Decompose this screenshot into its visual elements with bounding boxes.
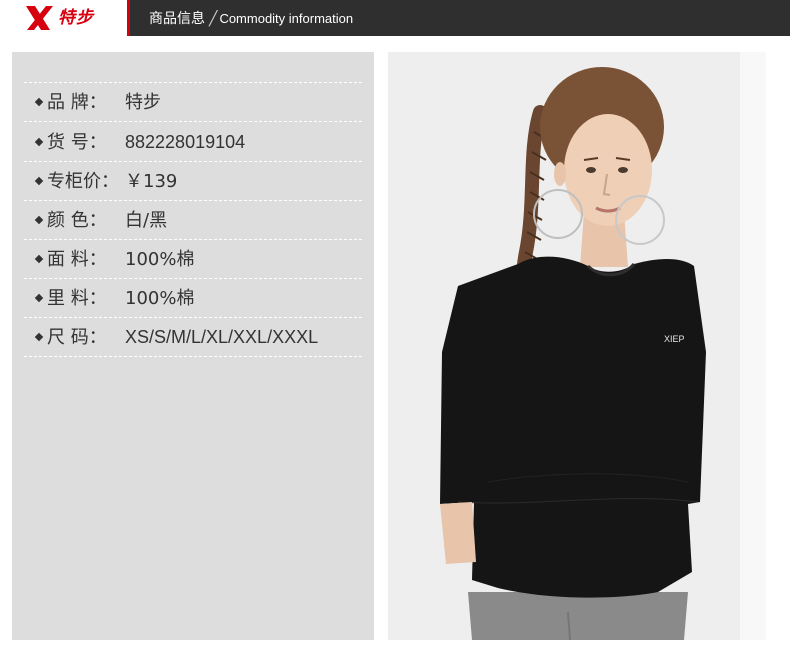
spec-value: 特步: [125, 92, 161, 113]
spec-row-item-number: 货 号： 882228019104: [24, 123, 362, 162]
spec-row-price: 专柜价： ￥139: [24, 162, 362, 201]
spec-panel: 品 牌： 特步 货 号： 882228019104 专柜价： ￥139 颜 色：…: [12, 52, 374, 640]
diamond-bullet-icon: [34, 332, 44, 342]
spec-value: 882228019104: [125, 132, 246, 152]
spec-row-color: 颜 色： 白/黑: [24, 201, 362, 240]
spec-label: 品 牌：: [47, 92, 107, 113]
diamond-bullet-icon: [34, 137, 44, 147]
section-title-cn: 商品信息: [149, 11, 205, 27]
spec-row-fabric: 面 料： 100%棉: [24, 240, 362, 279]
diamond-bullet-icon: [34, 254, 44, 264]
leggings-shape: [468, 592, 688, 640]
spec-value: 100%棉: [125, 249, 195, 270]
spec-row-lining: 里 料： 100%棉: [24, 279, 362, 318]
spec-label: 专柜价：: [47, 171, 119, 192]
section-title-en: Commodity information: [219, 11, 354, 26]
spec-value: 100%棉: [125, 288, 195, 309]
brand-logo[interactable]: 特步: [0, 0, 127, 36]
diamond-bullet-icon: [34, 97, 44, 107]
section-title: 商品信息 ╱ Commodity information: [149, 0, 353, 36]
page-header: 特步 商品信息 ╱ Commodity information: [0, 0, 790, 36]
spec-value: 白/黑: [125, 210, 168, 231]
spec-value: ￥139: [125, 171, 178, 192]
spec-row-size: 尺 码： XS/S/M/L/XL/XXL/XXXL: [24, 318, 362, 357]
diamond-bullet-icon: [34, 176, 44, 186]
diamond-bullet-icon: [34, 293, 44, 303]
black-tshirt-shape: [440, 256, 706, 598]
xtep-x-logo-icon: [26, 6, 53, 30]
spec-label: 颜 色：: [47, 210, 107, 231]
header-divider: [127, 0, 130, 36]
shirt-print-text: XIEP: [664, 334, 685, 344]
spec-label: 里 料：: [47, 288, 107, 309]
diamond-bullet-icon: [34, 215, 44, 225]
section-title-separator: ╱: [209, 11, 218, 27]
spec-label: 面 料：: [47, 249, 107, 270]
spec-label: 尺 码：: [47, 327, 107, 348]
model-illustration: XIEP: [440, 67, 706, 640]
spec-label: 货 号：: [47, 132, 107, 153]
spec-row-brand: 品 牌： 特步: [24, 83, 362, 122]
product-photo: XIEP: [388, 52, 766, 640]
brand-logo-text: 特步: [58, 8, 94, 28]
face-shape: [564, 114, 652, 226]
spec-value: XS/S/M/L/XL/XXL/XXXL: [125, 327, 319, 347]
